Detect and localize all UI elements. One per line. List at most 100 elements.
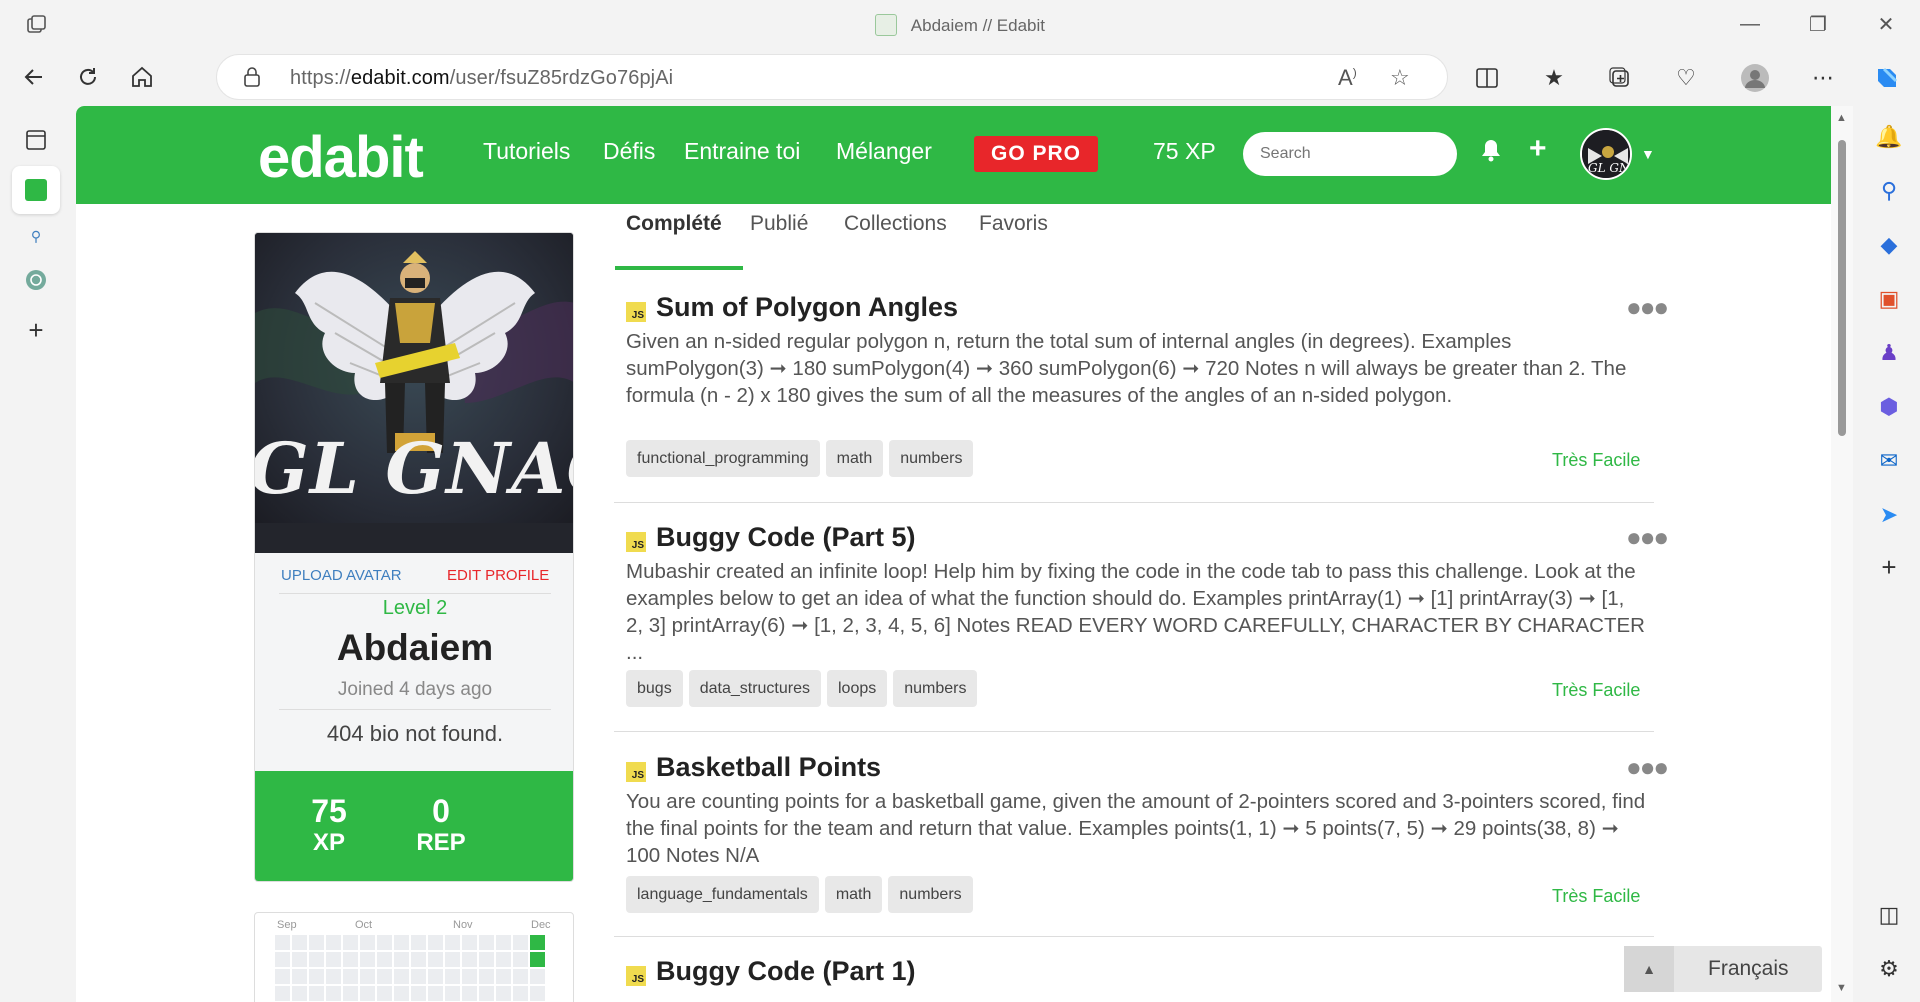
tag[interactable]: loops	[826, 670, 888, 707]
profile-avatar-icon[interactable]	[1738, 61, 1772, 95]
tag[interactable]: math	[824, 876, 883, 913]
plus-icon[interactable]: +	[1529, 132, 1547, 166]
challenge-title[interactable]: Buggy Code (Part 5)	[656, 522, 916, 553]
javascript-icon: JS	[626, 532, 646, 552]
challenge-card[interactable]: JS Buggy Code (Part 1) ●●●	[614, 956, 1669, 1002]
calendar-day-cell	[343, 969, 358, 984]
home-icon[interactable]	[123, 58, 161, 96]
calendar-day-cell	[462, 935, 477, 950]
chevron-up-icon[interactable]: ▲	[1624, 946, 1674, 992]
upload-avatar-link[interactable]: UPLOAD AVATAR	[281, 567, 402, 584]
calendar-day-cell	[377, 969, 392, 984]
tab-collections[interactable]: Collections	[844, 212, 947, 236]
url-text[interactable]: https://edabit.com/user/fsuZ85rdzGo76pjA…	[290, 67, 673, 90]
calendar-day-cell	[394, 952, 409, 967]
microsoft365-icon[interactable]: ⬢	[1872, 390, 1906, 424]
edabit-favicon-icon	[875, 14, 897, 36]
calendar-day-cell	[411, 969, 426, 984]
go-pro-button[interactable]: GO PRO	[974, 136, 1098, 172]
collections-icon[interactable]	[1603, 61, 1637, 95]
calendar-day-cell	[530, 969, 545, 984]
address-bar[interactable]: https://edabit.com/user/fsuZ85rdzGo76pjA…	[216, 54, 1448, 100]
new-tab-icon[interactable]: +	[12, 306, 60, 354]
calendar-month: Sep	[277, 919, 297, 931]
tab-actions-icon[interactable]	[12, 116, 60, 164]
outlook-icon[interactable]: ✉	[1872, 444, 1906, 478]
telegram-icon[interactable]: ➤	[1872, 498, 1906, 532]
chevron-down-icon[interactable]: ▼	[1641, 146, 1655, 162]
notification-bell-icon[interactable]: 🔔	[1872, 120, 1906, 154]
edabit-tab-icon	[25, 179, 47, 201]
language-switcher[interactable]: ▲ Français	[1624, 946, 1822, 992]
calendar-day-cell	[394, 969, 409, 984]
scroll-up-icon[interactable]: ▲	[1836, 112, 1847, 124]
tab-chatgpt-icon[interactable]	[12, 256, 60, 304]
challenge-title[interactable]: Buggy Code (Part 1)	[656, 956, 916, 987]
bell-icon[interactable]	[1480, 138, 1502, 169]
tab-complete[interactable]: Complété	[626, 212, 722, 236]
back-icon[interactable]	[15, 58, 53, 96]
add-sidebar-app-icon[interactable]: +	[1872, 550, 1906, 584]
search-input[interactable]	[1243, 132, 1457, 176]
scroll-thumb[interactable]	[1838, 140, 1846, 436]
calendar-day-cell	[411, 952, 426, 967]
more-options-icon[interactable]: ●●●	[1626, 752, 1669, 783]
tag[interactable]: language_fundamentals	[626, 876, 819, 913]
tab-edabit[interactable]	[12, 166, 60, 214]
read-aloud-icon[interactable]: A)	[1338, 65, 1357, 91]
nav-defis[interactable]: Défis	[603, 138, 655, 165]
nav-melanger[interactable]: Mélanger	[836, 138, 932, 165]
challenge-tags: functional_programming math numbers	[626, 440, 974, 477]
language-label[interactable]: Français	[1708, 957, 1789, 981]
difficulty-label: Très Facile	[1552, 450, 1641, 470]
more-options-icon[interactable]: ●●●	[1626, 292, 1669, 323]
tab-favoris[interactable]: Favoris	[979, 212, 1048, 236]
user-avatar[interactable]: GL GNAC	[1580, 128, 1632, 180]
copilot-icon[interactable]	[1870, 61, 1904, 95]
games-icon[interactable]: ♟	[1872, 336, 1906, 370]
sidebar-toggle-icon[interactable]: ◫	[1872, 898, 1906, 932]
challenge-card[interactable]: JS Buggy Code (Part 5) ●●● Mubashir crea…	[614, 522, 1669, 707]
close-window-button[interactable]: ✕	[1852, 0, 1920, 48]
tag[interactable]: functional_programming	[626, 440, 820, 477]
window-title: Abdaiem // Edabit	[910, 16, 1045, 35]
nav-tutoriels[interactable]: Tutoriels	[483, 138, 570, 165]
edit-profile-link[interactable]: EDIT PROFILE	[447, 567, 549, 584]
search-icon[interactable]: ⚲	[1872, 174, 1906, 208]
calendar-day-cell	[445, 969, 460, 984]
settings-gear-icon[interactable]: ⚙	[1872, 952, 1906, 986]
lock-icon[interactable]	[243, 67, 261, 92]
challenge-card[interactable]: JS Basketball Points ●●● You are countin…	[614, 752, 1669, 913]
challenge-title[interactable]: Sum of Polygon Angles	[656, 292, 958, 323]
calendar-day-cell	[428, 935, 443, 950]
tag[interactable]: bugs	[626, 670, 683, 707]
calendar-day-cell	[496, 969, 511, 984]
more-options-icon[interactable]: ●●●	[1626, 522, 1669, 553]
favorite-star-icon[interactable]: ☆	[1390, 65, 1410, 91]
more-menu-icon[interactable]: ⋯	[1806, 61, 1840, 95]
challenge-title[interactable]: Basketball Points	[656, 752, 881, 783]
shopping-tag-icon[interactable]: ◆	[1872, 228, 1906, 262]
scroll-down-icon[interactable]: ▼	[1836, 982, 1847, 994]
tag[interactable]: numbers	[888, 876, 973, 913]
calendar-day-cell	[513, 935, 528, 950]
tools-briefcase-icon[interactable]: ▣	[1872, 282, 1906, 316]
nav-entraine-toi[interactable]: Entraine toi	[684, 138, 800, 165]
refresh-icon[interactable]	[69, 58, 107, 96]
active-tab-indicator	[615, 266, 743, 270]
challenge-card[interactable]: JS Sum of Polygon Angles ●●● Given an n-…	[614, 292, 1669, 477]
split-screen-icon[interactable]	[1470, 61, 1504, 95]
minimize-button[interactable]: —	[1716, 0, 1784, 48]
calendar-day-cell	[530, 952, 545, 967]
tab-publie[interactable]: Publié	[750, 212, 808, 236]
tab-search-icon[interactable]: ⚲	[12, 212, 60, 260]
restore-button[interactable]: ❐	[1784, 0, 1852, 48]
page-scrollbar[interactable]: ▲ ▼	[1831, 106, 1853, 1002]
favorites-icon[interactable]: ★	[1537, 61, 1571, 95]
tag[interactable]: data_structures	[688, 670, 821, 707]
browser-essentials-icon[interactable]: ♡	[1669, 61, 1703, 95]
tag[interactable]: math	[825, 440, 884, 477]
tag[interactable]: numbers	[889, 440, 974, 477]
tag[interactable]: numbers	[893, 670, 978, 707]
edabit-logo[interactable]: edabit	[258, 124, 424, 191]
